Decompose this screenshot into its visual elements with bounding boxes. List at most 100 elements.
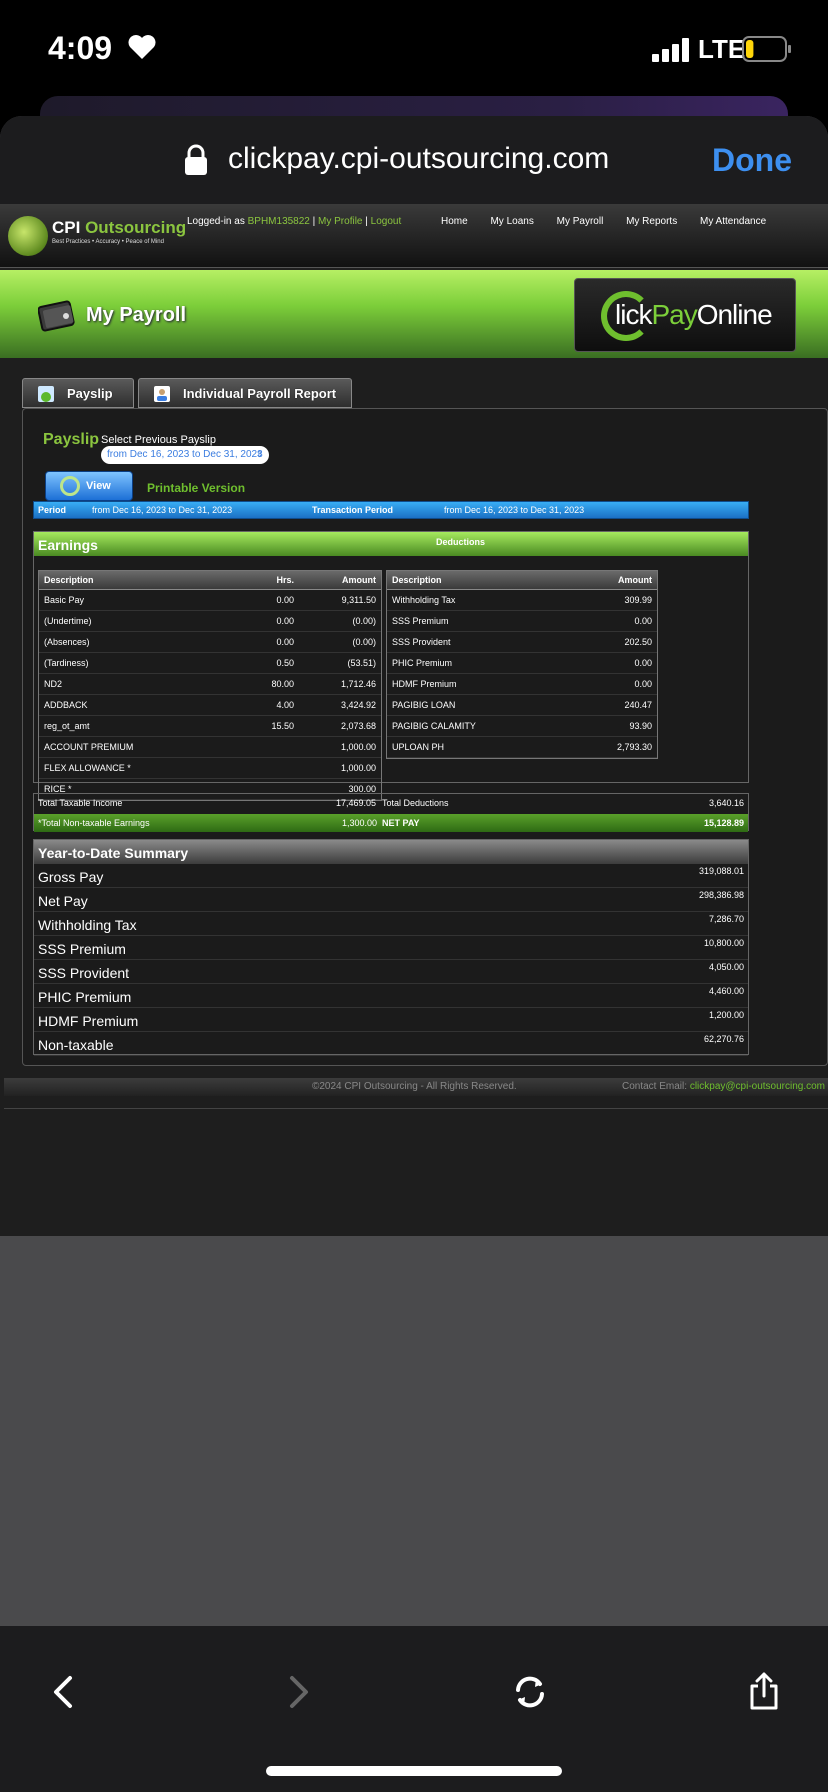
tab-payslip[interactable]: Payslip: [22, 378, 134, 408]
web-page: CPI Outsourcing Best Practices • Accurac…: [0, 204, 828, 1236]
deductions-title: Deductions: [436, 537, 486, 547]
footer-bar: [4, 1108, 828, 1136]
ytd-value: 4,460.00: [708, 986, 744, 996]
url-bar[interactable]: clickpay.cpi-outsourcing.com Done: [0, 116, 828, 204]
contact-email-link[interactable]: clickpay@cpi-outsourcing.com: [690, 1081, 825, 1092]
row-amount: 0.00: [567, 673, 657, 695]
logo-name: CPI Outsourcing: [52, 218, 186, 238]
forward-icon[interactable]: [278, 1672, 318, 1712]
logo-text-online: Online: [696, 299, 773, 330]
earnings-row: Basic Pay 0.00 9,311.50: [39, 589, 381, 611]
earnings-row: (Absences) 0.00 (0.00): [39, 631, 381, 653]
row-description: SSS Premium: [387, 610, 567, 632]
nav-my-reports[interactable]: My Reports: [626, 216, 677, 227]
earnings-row: ND2 80.00 1,712.46: [39, 673, 381, 695]
row-amount: 309.99: [567, 589, 657, 611]
payslip-panel: Payslip Select Previous Payslip from Dec…: [22, 408, 828, 1066]
total-deductions-label: Total Deductions: [382, 798, 449, 808]
share-icon[interactable]: [744, 1672, 784, 1712]
payslip-heading: Payslip: [43, 431, 100, 448]
row-description: UPLOAN PH: [387, 736, 567, 758]
signal-icon: [652, 38, 689, 62]
row-amount: 2,073.68: [299, 715, 381, 737]
col-amount: Amount: [567, 571, 657, 590]
row-description: (Tardiness): [39, 652, 229, 674]
table-header-row: Description Amount: [387, 571, 657, 590]
my-profile-link[interactable]: My Profile: [318, 216, 362, 227]
period-bar: Period from Dec 16, 2023 to Dec 31, 2023…: [33, 501, 749, 519]
net-pay-label: NET PAY: [382, 818, 420, 828]
tab-individual-payroll-report[interactable]: Individual Payroll Report: [138, 378, 352, 408]
deductions-row: Withholding Tax 309.99: [387, 589, 657, 611]
clickpay-online-logo: lickPayOnline: [574, 278, 796, 352]
ytd-row: Net Pay 298,386.98: [34, 888, 748, 912]
reload-icon[interactable]: [510, 1672, 550, 1712]
row-description: ND2: [39, 673, 229, 695]
ytd-row: HDMF Premium 1,200.00: [34, 1008, 748, 1032]
row-description: (Absences): [39, 631, 229, 653]
payroll-banner: My Payroll lickPayOnline: [0, 270, 828, 358]
totals-box: Total Taxable Income 17,469.05 Total Ded…: [33, 793, 749, 832]
transaction-period-label: Transaction Period: [312, 505, 394, 515]
row-hours: 15.50: [229, 715, 299, 737]
page-title: My Payroll: [86, 304, 187, 326]
view-button[interactable]: View: [45, 471, 133, 501]
row-description: (Undertime): [39, 610, 229, 632]
ytd-title: Year-to-Date Summary: [38, 845, 189, 861]
back-icon[interactable]: [44, 1672, 84, 1712]
period-label: Period: [38, 505, 67, 515]
ytd-value: 10,800.00: [703, 938, 744, 948]
logo-name-prefix: CPI: [52, 218, 86, 237]
separator: |: [362, 216, 371, 227]
view-button-label: View: [86, 480, 111, 492]
row-hours: [229, 736, 299, 758]
row-hours: 0.00: [229, 631, 299, 653]
col-description: Description: [387, 571, 567, 590]
row-description: Withholding Tax: [387, 589, 567, 611]
site-header: CPI Outsourcing Best Practices • Accurac…: [0, 204, 828, 268]
totals-row-taxable: Total Taxable Income 17,469.05 Total Ded…: [34, 794, 748, 812]
ytd-value: 298,386.98: [698, 890, 744, 900]
net-pay-value: 15,128.89: [703, 818, 744, 828]
copyright-text: ©2024 CPI Outsourcing - All Rights Reser…: [312, 1081, 517, 1092]
ytd-row: Non-taxable 62,270.76: [34, 1032, 748, 1056]
done-button[interactable]: Done: [712, 142, 792, 179]
ytd-value: 7,286.70: [708, 914, 744, 924]
status-bar: 4:09 LTE: [0, 0, 828, 100]
ytd-label: PHIC Premium: [38, 989, 132, 1005]
row-description: PHIC Premium: [387, 652, 567, 674]
report-person-icon: [154, 386, 170, 402]
row-hours: 0.00: [229, 610, 299, 632]
ytd-row: SSS Premium 10,800.00: [34, 936, 748, 960]
printable-version-link[interactable]: Printable Version: [147, 481, 245, 495]
row-hours: [229, 757, 299, 779]
nav-my-payroll[interactable]: My Payroll: [557, 216, 604, 227]
select-previous-label: Select Previous Payslip: [101, 434, 216, 446]
logo-text-lick: lick: [615, 299, 652, 330]
nav-my-loans[interactable]: My Loans: [490, 216, 533, 227]
row-amount: 1,000.00: [299, 736, 381, 758]
wallet-icon: [38, 300, 75, 332]
network-label: LTE: [698, 34, 746, 64]
earnings-row: (Undertime) 0.00 (0.00): [39, 610, 381, 632]
ytd-label: SSS Provident: [38, 965, 130, 981]
ytd-row: PHIC Premium 4,460.00: [34, 984, 748, 1008]
url-text[interactable]: clickpay.cpi-outsourcing.com: [228, 142, 609, 176]
nav-my-attendance[interactable]: My Attendance: [700, 216, 766, 227]
ytd-label: Withholding Tax: [38, 917, 137, 933]
row-description: SSS Provident: [387, 631, 567, 653]
nav-home[interactable]: Home: [441, 216, 468, 227]
tab-label: Payslip: [67, 386, 113, 401]
browser-sheet: clickpay.cpi-outsourcing.com Done CPI Ou…: [0, 116, 828, 1792]
globe-icon: [8, 216, 48, 256]
row-hours: 0.50: [229, 652, 299, 674]
col-description: Description: [39, 571, 229, 590]
logout-link[interactable]: Logout: [371, 216, 402, 227]
payslip-period-select[interactable]: from Dec 16, 2023 to Dec 31, 2023 ⇕: [101, 446, 269, 464]
total-deductions-value: 3,640.16: [708, 798, 744, 808]
row-hours: 80.00: [229, 673, 299, 695]
ytd-summary: Year-to-Date Summary Gross Pay 319,088.01…: [33, 839, 749, 1056]
row-description: PAGIBIG LOAN: [387, 694, 567, 716]
cpi-logo[interactable]: CPI Outsourcing Best Practices • Accurac…: [8, 216, 186, 256]
site-footer: ©2024 CPI Outsourcing - All Rights Reser…: [4, 1078, 828, 1096]
